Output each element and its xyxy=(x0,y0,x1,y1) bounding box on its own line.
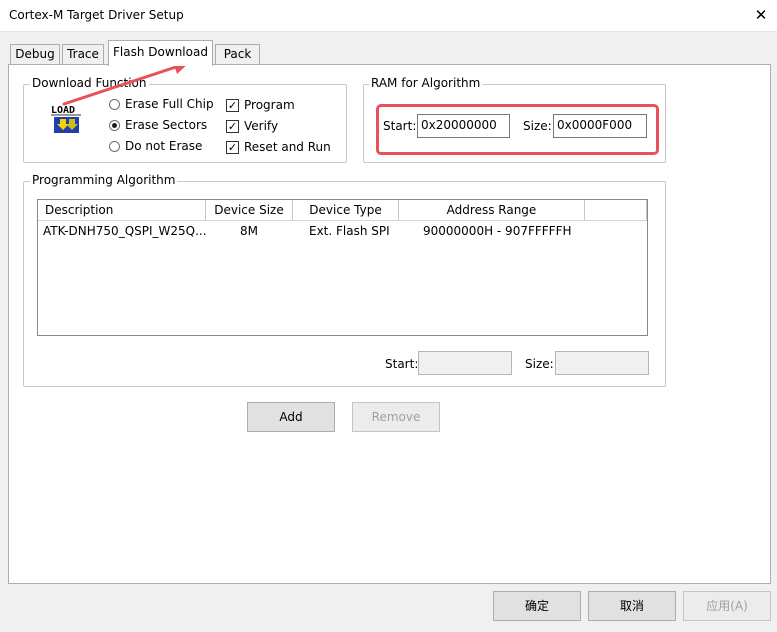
annotation-arrow xyxy=(62,58,190,106)
tab-flash-download[interactable]: Flash Download xyxy=(108,40,213,66)
